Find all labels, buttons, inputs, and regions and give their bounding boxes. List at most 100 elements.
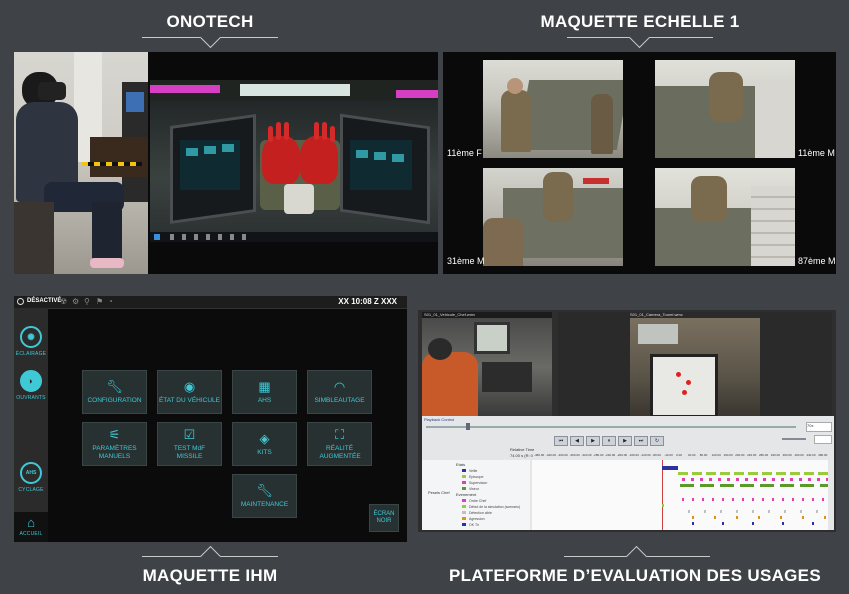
seek-handle[interactable] [466, 423, 470, 430]
skip-start-icon[interactable]: ⏮ [554, 436, 568, 446]
photo-caption: 87ème M [798, 256, 836, 266]
transport-controls: ⏮ ◀ ▶ ⏸ ▶ ⏭ ↻ [554, 436, 664, 446]
antenna-icon: ⚲ [84, 297, 90, 306]
tile-ahs[interactable]: ▦ AHS [232, 370, 297, 414]
timeline-tick: -240.00 [605, 453, 616, 457]
event-item[interactable]: OK Tir [462, 522, 520, 528]
tile-label: CONFIGURATION [87, 396, 142, 404]
video-pane-chef: S01_01_Vehicule_Chef.wmv [422, 312, 552, 416]
tile-vehicle-state[interactable]: ◉ ÉTAT DU VÉHICULE [157, 370, 222, 414]
clock-readout: XX 10:08 Z XXX [338, 297, 397, 306]
divider-notch [625, 545, 648, 568]
hatch-icon: ◗ [20, 370, 42, 392]
sliders-icon: ⚟ [108, 426, 121, 442]
hmi-status-bar: DÉSACTIVÉ ☢ ⚙ ⚲ ⚑ ◔ XX 10:08 Z XXX [14, 296, 407, 309]
timeline-tick: -160.00 [628, 453, 639, 457]
track-bar [662, 504, 664, 507]
tile-kits[interactable]: ◈ KITS [232, 422, 297, 466]
track-bar [680, 484, 828, 487]
tile-missile-test[interactable]: ☑ TEST MdF MISSILE [157, 422, 222, 466]
track-bar [662, 466, 678, 470]
timeline-tick: -360.00 [569, 453, 580, 457]
side-menu-label: ACCUEIL [19, 531, 43, 537]
divider-notch [199, 545, 222, 568]
hmi-mockup: DÉSACTIVÉ ☢ ⚙ ⚲ ⚑ ◔ XX 10:08 Z XXX ✺ ÉCL… [14, 296, 407, 542]
wrench-icon: 🔧︎ [256, 482, 273, 498]
timeline-tick: 0.00 [676, 453, 682, 457]
vehicle-photo-2 [655, 60, 795, 158]
timeline-tick: 280.00 [758, 453, 769, 457]
vehicle-photo-1 [483, 60, 623, 158]
side-menu-cycling[interactable]: AHS CYCLAGE [14, 462, 48, 493]
tile-label: PARAMÈTRES MANUELS [92, 444, 137, 460]
track-bar [682, 498, 828, 501]
tile-simbleautage[interactable]: ◠ SIMBLEAUTAGE [307, 370, 372, 414]
timeline-tick: -80.00 [652, 453, 661, 457]
row-group-label: Pesels Chef [428, 490, 450, 495]
gauge-icon: ◠ [333, 378, 346, 394]
black-screen-button[interactable]: ÉCRAN NOIR [369, 504, 399, 532]
track-bar [682, 478, 828, 481]
timeline-tick: 240.00 [747, 453, 757, 457]
skip-end-icon[interactable]: ⏭ [634, 436, 648, 446]
tile-label: TEST MdF MISSILE [173, 444, 206, 460]
side-menu-label: OUVRANTS [16, 395, 46, 401]
tile-maintenance[interactable]: 🔧︎ MAINTENANCE [232, 474, 297, 518]
photo-caption: 11ème F [447, 148, 482, 158]
side-menu-lighting[interactable]: ✺ ÉCLAIRAGE [14, 326, 48, 357]
seek-bar[interactable] [426, 426, 796, 428]
power-icon [17, 298, 24, 305]
camera-icon: ◔ [108, 297, 113, 306]
timeline-tick: 400.00 [794, 453, 804, 457]
step-forward-icon[interactable]: ▶ [618, 436, 632, 446]
timeline-tick: -120.00 [640, 453, 651, 457]
hmi-side-menu: ✺ ÉCLAIRAGE ◗ OUVRANTS AHS CYCLAGE ⌂ ACC… [14, 308, 48, 542]
tile-configuration[interactable]: 🔧︎ CONFIGURATION [82, 370, 147, 414]
speed-field[interactable]: 70x [806, 422, 832, 432]
zoom-dropdown[interactable] [814, 435, 832, 444]
kit-icon: ◈ [259, 430, 270, 446]
event-group-label: Evenement [456, 492, 477, 497]
step-back-icon[interactable]: ◀ [570, 436, 584, 446]
tile-label: ÉTAT DU VÉHICULE [158, 396, 221, 404]
timeline-tick: 480.00 [818, 453, 828, 457]
side-menu-label: ÉCLAIRAGE [15, 351, 47, 357]
timeline-tick: 40.00 [687, 453, 696, 457]
timeline-tick: -440.00 [545, 453, 557, 457]
pause-icon[interactable]: ⏸ [602, 436, 616, 446]
eye-icon: ◉ [183, 378, 196, 394]
side-menu-hatches[interactable]: ◗ OUVRANTS [14, 370, 48, 401]
timeline-tracks[interactable] [532, 460, 828, 530]
tile-augmented-reality[interactable]: ⛶ RÉALITÉ AUGMENTÉE [307, 422, 372, 466]
relative-time-label: Relative Time [510, 447, 535, 452]
onotech-panel [14, 52, 438, 274]
timeline-tick: -40.00 [664, 453, 673, 457]
playback-control-panel: Playback Control 70x ⏮ ◀ ▶ ⏸ ▶ ⏭ ↻ Relat… [422, 416, 834, 530]
timeline-tick: 80.00 [699, 453, 708, 457]
usage-platform: S01_01_Vehicule_Chef.wmv S01_01_Camera_T… [418, 310, 836, 532]
zoom-slider[interactable] [782, 438, 806, 440]
signal-icon: ⚑ [96, 297, 104, 306]
event-group-label: Etats [456, 462, 466, 467]
play-icon[interactable]: ▶ [586, 436, 600, 446]
track-bar [688, 510, 828, 513]
event-tree: Pesels Chef Etats Veille Episcope Superv… [422, 460, 530, 530]
track-bar [678, 472, 828, 475]
video-title: S01_01_Camera_Tourel.wmv [630, 312, 683, 317]
tile-manual-parameters[interactable]: ⚟ PARAMÈTRES MANUELS [82, 422, 147, 466]
photo-caption: 31ème M [447, 256, 485, 266]
vr-cockpit-screenshot [150, 80, 438, 242]
track-bar [692, 522, 828, 525]
ahs-icon: ▦ [258, 378, 271, 394]
sun-icon: ✺ [20, 326, 42, 348]
tile-label: AHS [257, 396, 272, 404]
loop-icon[interactable]: ↻ [650, 436, 664, 446]
hazard-icon: ☢ [60, 297, 68, 306]
timeline-tick: -400.00 [557, 453, 568, 457]
tile-label: KITS [257, 448, 272, 456]
timeline-tick: 320.00 [770, 453, 780, 457]
timeline-tick: 200.00 [735, 453, 745, 457]
side-menu-home[interactable]: ⌂ ACCUEIL [14, 512, 48, 542]
vr-operator-photo [14, 52, 148, 274]
home-icon: ⌂ [27, 515, 35, 530]
